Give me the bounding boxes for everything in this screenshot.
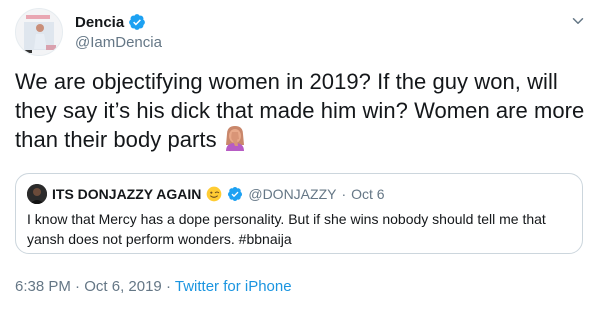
separator-dot: ·: [75, 278, 81, 295]
quoted-tweet-text: I know that Mercy has a dope personality…: [27, 211, 546, 247]
separator-dot: ·: [341, 186, 347, 202]
tweet-text: We are objectifying women in 2019? If th…: [15, 67, 585, 158]
author-display-name[interactable]: Dencia: [75, 14, 124, 31]
chevron-down-icon[interactable]: [569, 12, 587, 30]
quoted-tweet-header: ITS DONJAZZY AGAIN @DONJAZZY · Oct 6: [27, 184, 385, 204]
quoted-author-avatar[interactable]: [27, 184, 47, 204]
quoted-tweet[interactable]: ITS DONJAZZY AGAIN @DONJAZZY · Oct 6 I k…: [15, 173, 583, 254]
verified-badge-icon: [129, 14, 146, 30]
tweet-card: Dencia @IamDencia We are objectifying wo…: [0, 0, 601, 311]
winking-face-icon: [207, 186, 222, 202]
verified-badge-icon: [228, 187, 243, 201]
separator-dot: ·: [165, 278, 171, 295]
woman-facepalming-icon: [223, 125, 247, 158]
quoted-author-display-name[interactable]: ITS DONJAZZY AGAIN: [52, 186, 201, 202]
author-avatar[interactable]: [15, 8, 63, 56]
tweet-text-content: We are objectifying women in 2019? If th…: [15, 69, 585, 152]
quoted-tweet-date[interactable]: Oct 6: [351, 186, 384, 202]
author-handle[interactable]: @IamDencia: [75, 34, 162, 51]
quoted-author-handle[interactable]: @DONJAZZY: [248, 186, 336, 202]
tweet-source-link[interactable]: Twitter for iPhone: [175, 278, 292, 295]
author-name-row: Dencia: [75, 13, 146, 31]
tweet-time[interactable]: 6:38 PM: [15, 278, 71, 295]
tweet-date[interactable]: Oct 6, 2019: [84, 278, 162, 295]
tweet-meta: 6:38 PM · Oct 6, 2019 · Twitter for iPho…: [15, 278, 292, 295]
